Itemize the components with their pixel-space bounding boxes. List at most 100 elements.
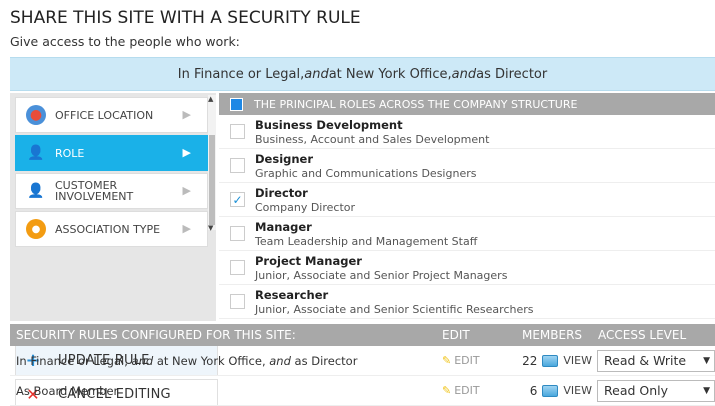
- role-name: Director: [255, 185, 308, 200]
- role-name: Designer: [255, 151, 314, 166]
- role-description: Business, Account and Sales Development: [255, 132, 490, 146]
- members-cell: 22 VIEW: [510, 354, 594, 368]
- criteria-item-role[interactable]: 👤 ROLE ▶: [15, 135, 208, 171]
- edit-rule-button[interactable]: ✎ EDIT: [442, 354, 510, 367]
- pencil-icon: ✎: [442, 354, 452, 367]
- banner-text-2: at New York Office,: [328, 66, 452, 82]
- checkmark-icon: ✓: [232, 192, 243, 207]
- header-edit: EDIT: [442, 328, 470, 342]
- header-access-level: ACCESS LEVEL: [598, 328, 687, 342]
- criteria-panel: ● OFFICE LOCATION ▶ 👤 ROLE ▶ 👤 CUSTOMER …: [10, 93, 218, 406]
- monitor-icon[interactable]: [542, 384, 559, 397]
- role-text: Project Manager Junior, Associate and Se…: [255, 254, 507, 282]
- customer-icon: 👤: [27, 183, 45, 199]
- table-header: SECURITY RULES CONFIGURED FOR THIS SITE:…: [10, 324, 715, 346]
- banner-and-2: and: [451, 66, 477, 82]
- access-level-select[interactable]: Read & Write ▼: [597, 349, 715, 372]
- rule-text: at New York Office,: [153, 353, 270, 368]
- chevron-right-icon: ▶: [182, 146, 191, 159]
- page-title: SHARE THIS SITE WITH A SECURITY RULE: [10, 8, 361, 28]
- view-members-link[interactable]: VIEW: [563, 354, 592, 367]
- access-level-select[interactable]: Read Only ▼: [597, 379, 715, 402]
- criteria-list: ● OFFICE LOCATION ▶ 👤 ROLE ▶ 👤 CUSTOMER …: [15, 95, 208, 247]
- header-rules: SECURITY RULES CONFIGURED FOR THIS SITE:: [16, 328, 296, 342]
- role-row[interactable]: Researcher Junior, Associate and Senior …: [219, 285, 715, 319]
- criteria-item-office-location[interactable]: ● OFFICE LOCATION ▶: [15, 97, 208, 133]
- banner-text-1: In Finance or Legal,: [177, 66, 305, 82]
- table-row: In Finance or Legal, and at New York Off…: [10, 346, 715, 376]
- role-checkbox[interactable]: [230, 260, 245, 275]
- edit-label: EDIT: [454, 384, 480, 397]
- edit-label: EDIT: [454, 354, 480, 367]
- role-row[interactable]: Manager Team Leadership and Management S…: [219, 217, 715, 251]
- rule-text: as Director: [290, 353, 358, 368]
- rule-and: and: [269, 353, 291, 368]
- roles-panel: THE PRINCIPAL ROLES ACROSS THE COMPANY S…: [219, 93, 715, 321]
- role-name: Manager: [255, 219, 312, 234]
- access-level-value: Read & Write: [604, 353, 687, 368]
- role-row[interactable]: Designer Graphic and Communications Desi…: [219, 149, 715, 183]
- role-row[interactable]: Business Development Business, Account a…: [219, 115, 715, 149]
- role-text: Manager Team Leadership and Management S…: [255, 220, 477, 248]
- access-cell: Read & Write ▼: [594, 349, 715, 372]
- role-description: Junior, Associate and Senior Project Man…: [255, 268, 508, 282]
- roles-header: THE PRINCIPAL ROLES ACROSS THE COMPANY S…: [219, 93, 715, 115]
- chevron-down-icon: ▼: [703, 355, 710, 366]
- criteria-scrollbar[interactable]: ▲ ▼: [208, 95, 216, 232]
- role-text: Designer Graphic and Communications Desi…: [255, 152, 476, 180]
- role-text: Business Development Business, Account a…: [255, 118, 489, 146]
- rule-description: As Board Member: [10, 384, 442, 398]
- role-row[interactable]: ✓ Director Company Director: [219, 183, 715, 217]
- criteria-label: ROLE: [55, 146, 85, 160]
- role-description: Company Director: [255, 200, 356, 214]
- roles-header-label: THE PRINCIPAL ROLES ACROSS THE COMPANY S…: [254, 97, 578, 111]
- rule-text: As Board Member: [16, 383, 119, 398]
- criteria-item-customer-involvement[interactable]: 👤 CUSTOMER INVOLVEMENT ▶: [15, 173, 208, 209]
- chevron-down-icon: ▼: [703, 385, 710, 396]
- role-description: Team Leadership and Management Staff: [255, 234, 478, 248]
- pencil-icon: ✎: [442, 384, 452, 397]
- criteria-item-association-type[interactable]: ● ASSOCIATION TYPE ▶: [15, 211, 208, 247]
- role-checkbox[interactable]: [230, 294, 245, 309]
- criteria-label: ASSOCIATION TYPE: [55, 222, 161, 236]
- edit-rule-button[interactable]: ✎ EDIT: [442, 384, 510, 397]
- scrollbar-thumb[interactable]: [209, 135, 215, 225]
- banner-text-3: as Director: [476, 66, 548, 82]
- role-row[interactable]: Project Manager Junior, Associate and Se…: [219, 251, 715, 285]
- chevron-right-icon: ▶: [182, 222, 191, 235]
- table-row: As Board Member ✎ EDIT 6 VIEW Read Only ▼: [10, 376, 715, 406]
- role-name: Researcher: [255, 287, 329, 302]
- globe-icon: ●: [26, 105, 46, 125]
- person-with-briefcase-icon: 👤: [27, 145, 45, 161]
- view-members-link[interactable]: VIEW: [563, 384, 592, 397]
- scroll-down-icon[interactable]: ▼: [208, 224, 213, 232]
- role-checkbox[interactable]: [230, 124, 245, 139]
- rule-summary-banner: In Finance or Legal, and at New York Off…: [10, 57, 715, 91]
- member-count: 22: [522, 353, 538, 368]
- criteria-label: CUSTOMER INVOLVEMENT: [55, 179, 134, 203]
- header-members: MEMBERS: [521, 328, 583, 342]
- rule-description: In Finance or Legal, and at New York Off…: [10, 354, 442, 368]
- monitor-icon[interactable]: [542, 354, 559, 367]
- rule-text: In Finance or Legal,: [16, 353, 132, 368]
- banner-and-1: and: [304, 66, 329, 82]
- role-checkbox[interactable]: [230, 226, 245, 241]
- criteria-label: OFFICE LOCATION: [55, 108, 154, 122]
- member-count: 6: [529, 383, 538, 398]
- role-checkbox-checked[interactable]: ✓: [230, 192, 245, 207]
- role-text: Researcher Junior, Associate and Senior …: [255, 288, 534, 316]
- role-text: Director Company Director: [255, 186, 355, 214]
- chevron-right-icon: ▶: [182, 184, 191, 197]
- role-name: Business Development: [255, 117, 403, 132]
- role-description: Graphic and Communications Designers: [255, 166, 477, 180]
- role-checkbox[interactable]: [230, 158, 245, 173]
- chevron-right-icon: ▶: [182, 108, 191, 121]
- security-rules-table: SECURITY RULES CONFIGURED FOR THIS SITE:…: [10, 324, 715, 406]
- scroll-up-icon[interactable]: ▲: [208, 95, 213, 103]
- access-level-value: Read Only: [604, 383, 669, 398]
- access-cell: Read Only ▼: [594, 379, 715, 402]
- association-icon: ●: [26, 219, 46, 239]
- rule-and: and: [131, 353, 154, 368]
- select-all-checkbox[interactable]: [230, 97, 243, 111]
- members-cell: 6 VIEW: [510, 384, 594, 398]
